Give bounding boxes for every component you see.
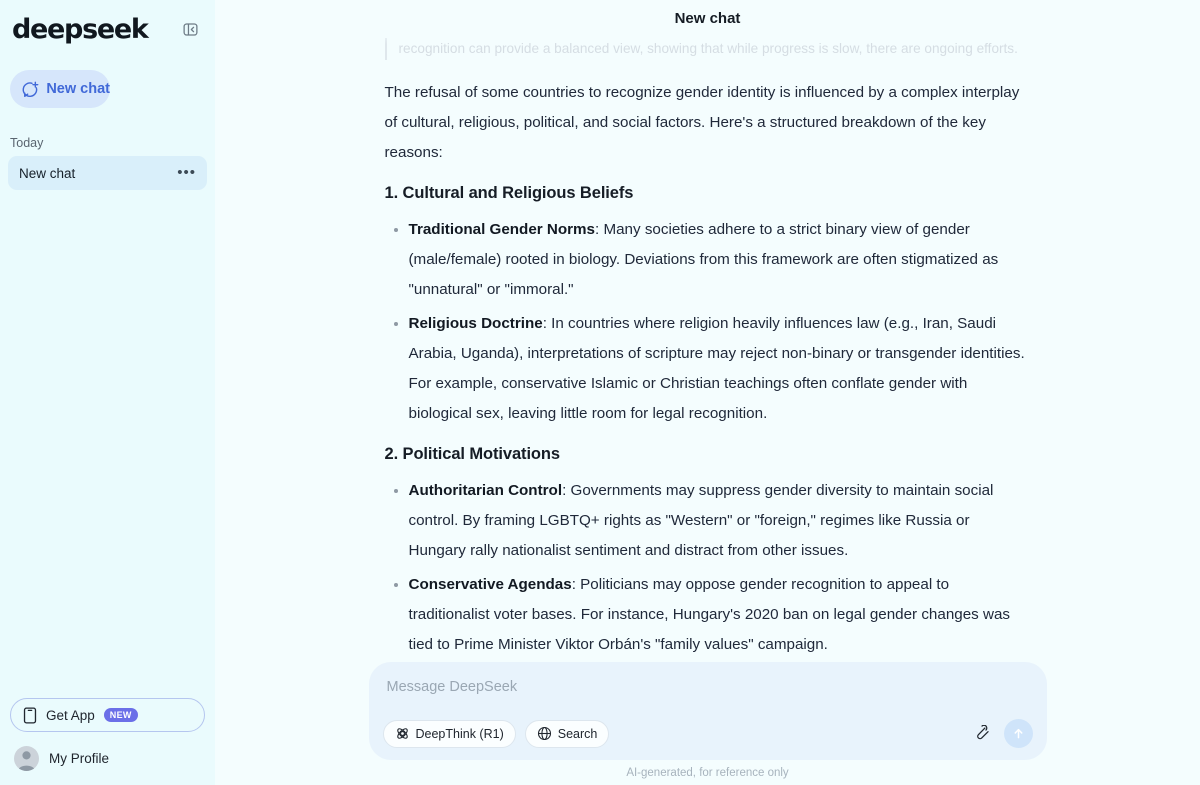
bullet-term: Traditional Gender Norms [408,221,596,238]
brand-logo-text: deepseek [12,13,149,45]
composer: DeepThink (R1) Search [368,662,1047,760]
bullet-term: Conservative Agendas [408,576,572,593]
sidebar-collapse-button[interactable] [177,16,203,42]
section-heading-2: 2. Political Motivations [384,445,561,463]
paperclip-icon [976,724,989,739]
deepthink-label: DeepThink (R1) [415,726,504,741]
my-profile-button[interactable]: My Profile [10,746,205,771]
section-bullets-1: Traditional Gender Norms: Many societies… [385,215,1031,429]
brand-logo: deepseek [12,13,149,45]
deepthink-toggle[interactable]: DeepThink (R1) [382,719,516,748]
send-message-button[interactable] [1003,719,1033,748]
conversation-scroll-area[interactable]: recognition can provide a balanced view,… [215,0,1200,660]
sidebar: deepseek New chat Today New chat ••• Get… [0,0,215,785]
my-profile-label: My Profile [49,751,110,766]
new-chat-button-label: New chat [46,81,110,97]
new-chat-bubble-plus-icon [22,81,39,97]
sidebar-footer: Get App NEW My Profile [0,698,215,785]
list-item: Conservative Agendas: Politicians may op… [385,570,1031,660]
mobile-phone-icon [23,706,37,724]
history-section-label: Today [10,136,44,150]
bullet-term: Authoritarian Control [408,482,563,499]
ellipsis-icon[interactable]: ••• [177,165,196,180]
get-app-new-badge: NEW [103,708,138,722]
get-app-label: Get App [46,707,95,723]
sidebar-chat-item-new-chat[interactable]: New chat ••• [8,156,207,190]
composer-container: DeepThink (R1) Search [215,662,1200,785]
section-bullets-2: Authoritarian Control: Governments may s… [385,476,1031,660]
message-input[interactable] [384,679,1031,695]
section-heading-1: 1. Cultural and Religious Beliefs [384,184,634,202]
attach-file-button[interactable] [970,720,998,748]
ai-disclaimer: AI-generated, for reference only [626,767,789,779]
get-app-button[interactable]: Get App NEW [10,698,205,732]
user-avatar-icon [14,746,39,771]
arrow-up-icon [1014,728,1022,739]
main-panel: New chat recognition can provide a balan… [215,0,1200,785]
bullet-term: Religious Doctrine [408,315,543,332]
globe-icon [537,726,551,741]
atom-icon [396,728,408,739]
chat-item-title: New chat [19,165,76,181]
list-item: Religious Doctrine: In countries where r… [385,309,1031,429]
thinking-excerpt: recognition can provide a balanced view,… [384,38,1031,60]
list-item: Authoritarian Control: Governments may s… [385,476,1031,566]
sidebar-header: deepseek [0,0,215,58]
search-toggle[interactable]: Search [524,719,610,748]
assistant-message: recognition can provide a balanced view,… [384,0,1031,660]
panel-collapse-icon [182,22,198,36]
intro-paragraph: The refusal of some countries to recogni… [384,84,1020,161]
composer-toolbar: DeepThink (R1) Search [382,719,1033,748]
list-item: Traditional Gender Norms: Many societies… [385,215,1031,305]
search-label: Search [557,726,598,741]
new-chat-button[interactable]: New chat [10,70,110,108]
app-root: deepseek New chat Today New chat ••• Get… [0,0,1200,785]
